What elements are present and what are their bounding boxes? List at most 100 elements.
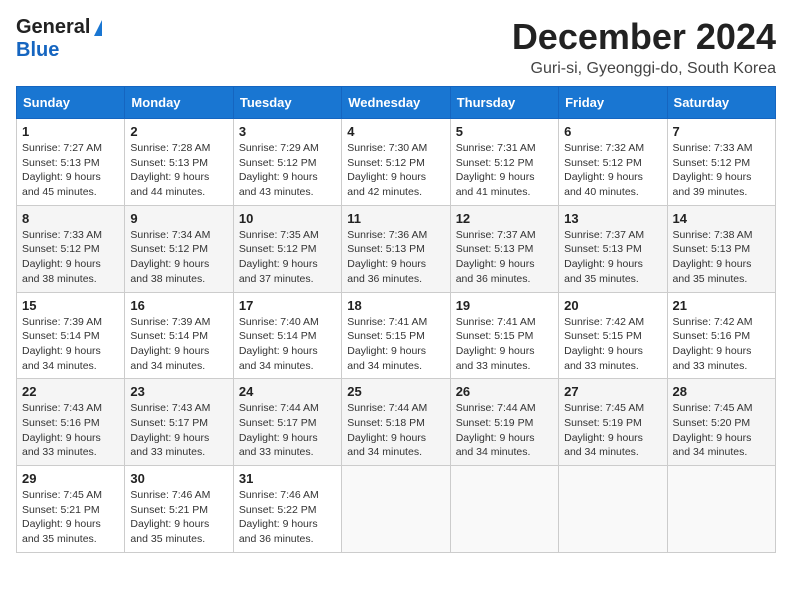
calendar-cell: 4 Sunrise: 7:30 AMSunset: 5:12 PMDaylight… (342, 119, 450, 206)
day-info: Sunrise: 7:36 AMSunset: 5:13 PMDaylight:… (347, 228, 444, 287)
calendar-week-row: 15 Sunrise: 7:39 AMSunset: 5:14 PMDayligh… (17, 292, 776, 379)
calendar-cell: 17 Sunrise: 7:40 AMSunset: 5:14 PMDayligh… (233, 292, 341, 379)
day-number: 17 (239, 298, 336, 313)
day-info: Sunrise: 7:34 AMSunset: 5:12 PMDaylight:… (130, 228, 227, 287)
day-info: Sunrise: 7:30 AMSunset: 5:12 PMDaylight:… (347, 141, 444, 200)
day-number: 20 (564, 298, 661, 313)
day-info: Sunrise: 7:39 AMSunset: 5:14 PMDaylight:… (130, 315, 227, 374)
day-info: Sunrise: 7:32 AMSunset: 5:12 PMDaylight:… (564, 141, 661, 200)
calendar-cell: 1Sunrise: 7:27 AMSunset: 5:13 PMDaylight… (17, 119, 125, 206)
calendar-cell: 12 Sunrise: 7:37 AMSunset: 5:13 PMDayligh… (450, 205, 558, 292)
day-info: Sunrise: 7:39 AMSunset: 5:14 PMDaylight:… (22, 315, 119, 374)
title-area: December 2024 Guri-si, Gyeonggi-do, Sout… (512, 16, 776, 78)
logo-general-text: General (16, 16, 90, 39)
day-header-thursday: Thursday (450, 87, 558, 119)
day-number: 6 (564, 124, 661, 139)
calendar-cell: 27Sunrise: 7:45 AMSunset: 5:19 PMDayligh… (559, 379, 667, 466)
calendar-header: SundayMondayTuesdayWednesdayThursdayFrid… (17, 87, 776, 119)
day-header-tuesday: Tuesday (233, 87, 341, 119)
day-number: 24 (239, 384, 336, 399)
day-number: 5 (456, 124, 553, 139)
calendar-cell: 23 Sunrise: 7:43 AMSunset: 5:17 PMDayligh… (125, 379, 233, 466)
day-info: Sunrise: 7:42 AMSunset: 5:16 PMDaylight:… (673, 315, 770, 374)
day-number: 13 (564, 211, 661, 226)
day-info: Sunrise: 7:44 AMSunset: 5:17 PMDaylight:… (239, 401, 336, 460)
day-number: 30 (130, 471, 227, 486)
page-header: General Blue December 2024 Guri-si, Gyeo… (16, 16, 776, 78)
calendar-cell: 10 Sunrise: 7:35 AMSunset: 5:12 PMDayligh… (233, 205, 341, 292)
day-number: 15 (22, 298, 119, 313)
day-info: Sunrise: 7:42 AMSunset: 5:15 PMDaylight:… (564, 315, 661, 374)
logo-top: General (16, 16, 102, 39)
calendar-body: 1Sunrise: 7:27 AMSunset: 5:13 PMDaylight… (17, 119, 776, 553)
logo: General Blue (16, 16, 102, 62)
calendar-cell: 22Sunrise: 7:43 AMSunset: 5:16 PMDayligh… (17, 379, 125, 466)
calendar-week-row: 22Sunrise: 7:43 AMSunset: 5:16 PMDayligh… (17, 379, 776, 466)
calendar-cell: 3 Sunrise: 7:29 AMSunset: 5:12 PMDaylight… (233, 119, 341, 206)
day-number: 21 (673, 298, 770, 313)
calendar-cell: 25Sunrise: 7:44 AMSunset: 5:18 PMDayligh… (342, 379, 450, 466)
calendar-cell: 18 Sunrise: 7:41 AMSunset: 5:15 PMDayligh… (342, 292, 450, 379)
calendar-cell: 28 Sunrise: 7:45 AMSunset: 5:20 PMDayligh… (667, 379, 775, 466)
day-info: Sunrise: 7:45 AMSunset: 5:19 PMDaylight:… (564, 401, 661, 460)
day-header-wednesday: Wednesday (342, 87, 450, 119)
calendar-cell: 29 Sunrise: 7:45 AMSunset: 5:21 PMDayligh… (17, 466, 125, 553)
calendar-cell: 21 Sunrise: 7:42 AMSunset: 5:16 PMDayligh… (667, 292, 775, 379)
day-info: Sunrise: 7:38 AMSunset: 5:13 PMDaylight:… (673, 228, 770, 287)
calendar-cell: 6 Sunrise: 7:32 AMSunset: 5:12 PMDaylight… (559, 119, 667, 206)
day-info: Sunrise: 7:35 AMSunset: 5:12 PMDaylight:… (239, 228, 336, 287)
calendar-week-row: 1Sunrise: 7:27 AMSunset: 5:13 PMDaylight… (17, 119, 776, 206)
day-info: Sunrise: 7:29 AMSunset: 5:12 PMDaylight:… (239, 141, 336, 200)
day-number: 4 (347, 124, 444, 139)
calendar-cell: 15 Sunrise: 7:39 AMSunset: 5:14 PMDayligh… (17, 292, 125, 379)
day-number: 29 (22, 471, 119, 486)
day-number: 7 (673, 124, 770, 139)
day-number: 3 (239, 124, 336, 139)
calendar-cell (559, 466, 667, 553)
day-info: Sunrise: 7:41 AMSunset: 5:15 PMDaylight:… (347, 315, 444, 374)
calendar-week-row: 29 Sunrise: 7:45 AMSunset: 5:21 PMDayligh… (17, 466, 776, 553)
calendar-cell: 14Sunrise: 7:38 AMSunset: 5:13 PMDayligh… (667, 205, 775, 292)
calendar-cell: 5Sunrise: 7:31 AMSunset: 5:12 PMDaylight… (450, 119, 558, 206)
calendar-cell: 19Sunrise: 7:41 AMSunset: 5:15 PMDayligh… (450, 292, 558, 379)
calendar-cell: 8Sunrise: 7:33 AMSunset: 5:12 PMDaylight… (17, 205, 125, 292)
logo-blue-text: Blue (16, 39, 102, 62)
day-info: Sunrise: 7:44 AMSunset: 5:19 PMDaylight:… (456, 401, 553, 460)
calendar-cell: 11 Sunrise: 7:36 AMSunset: 5:13 PMDayligh… (342, 205, 450, 292)
calendar-cell: 24 Sunrise: 7:44 AMSunset: 5:17 PMDayligh… (233, 379, 341, 466)
calendar-cell (667, 466, 775, 553)
day-header-saturday: Saturday (667, 87, 775, 119)
day-info: Sunrise: 7:45 AMSunset: 5:20 PMDaylight:… (673, 401, 770, 460)
day-number: 18 (347, 298, 444, 313)
day-number: 10 (239, 211, 336, 226)
calendar-week-row: 8Sunrise: 7:33 AMSunset: 5:12 PMDaylight… (17, 205, 776, 292)
day-header-monday: Monday (125, 87, 233, 119)
calendar-cell: 30Sunrise: 7:46 AMSunset: 5:21 PMDayligh… (125, 466, 233, 553)
days-header-row: SundayMondayTuesdayWednesdayThursdayFrid… (17, 87, 776, 119)
day-number: 8 (22, 211, 119, 226)
calendar-cell: 26Sunrise: 7:44 AMSunset: 5:19 PMDayligh… (450, 379, 558, 466)
day-info: Sunrise: 7:40 AMSunset: 5:14 PMDaylight:… (239, 315, 336, 374)
page-title: December 2024 (512, 16, 776, 58)
day-info: Sunrise: 7:33 AMSunset: 5:12 PMDaylight:… (673, 141, 770, 200)
day-header-friday: Friday (559, 87, 667, 119)
day-number: 28 (673, 384, 770, 399)
day-info: Sunrise: 7:37 AMSunset: 5:13 PMDaylight:… (456, 228, 553, 287)
day-number: 31 (239, 471, 336, 486)
day-number: 23 (130, 384, 227, 399)
day-info: Sunrise: 7:43 AMSunset: 5:17 PMDaylight:… (130, 401, 227, 460)
logo-triangle-icon (94, 20, 102, 36)
calendar-cell: 16Sunrise: 7:39 AMSunset: 5:14 PMDayligh… (125, 292, 233, 379)
day-number: 12 (456, 211, 553, 226)
day-number: 11 (347, 211, 444, 226)
calendar-cell: 31Sunrise: 7:46 AMSunset: 5:22 PMDayligh… (233, 466, 341, 553)
calendar-cell (450, 466, 558, 553)
day-number: 25 (347, 384, 444, 399)
calendar-cell: 9 Sunrise: 7:34 AMSunset: 5:12 PMDaylight… (125, 205, 233, 292)
calendar-cell (342, 466, 450, 553)
day-info: Sunrise: 7:45 AMSunset: 5:21 PMDaylight:… (22, 488, 119, 547)
page-subtitle: Guri-si, Gyeonggi-do, South Korea (512, 60, 776, 78)
calendar-table: SundayMondayTuesdayWednesdayThursdayFrid… (16, 86, 776, 553)
day-number: 19 (456, 298, 553, 313)
day-number: 9 (130, 211, 227, 226)
